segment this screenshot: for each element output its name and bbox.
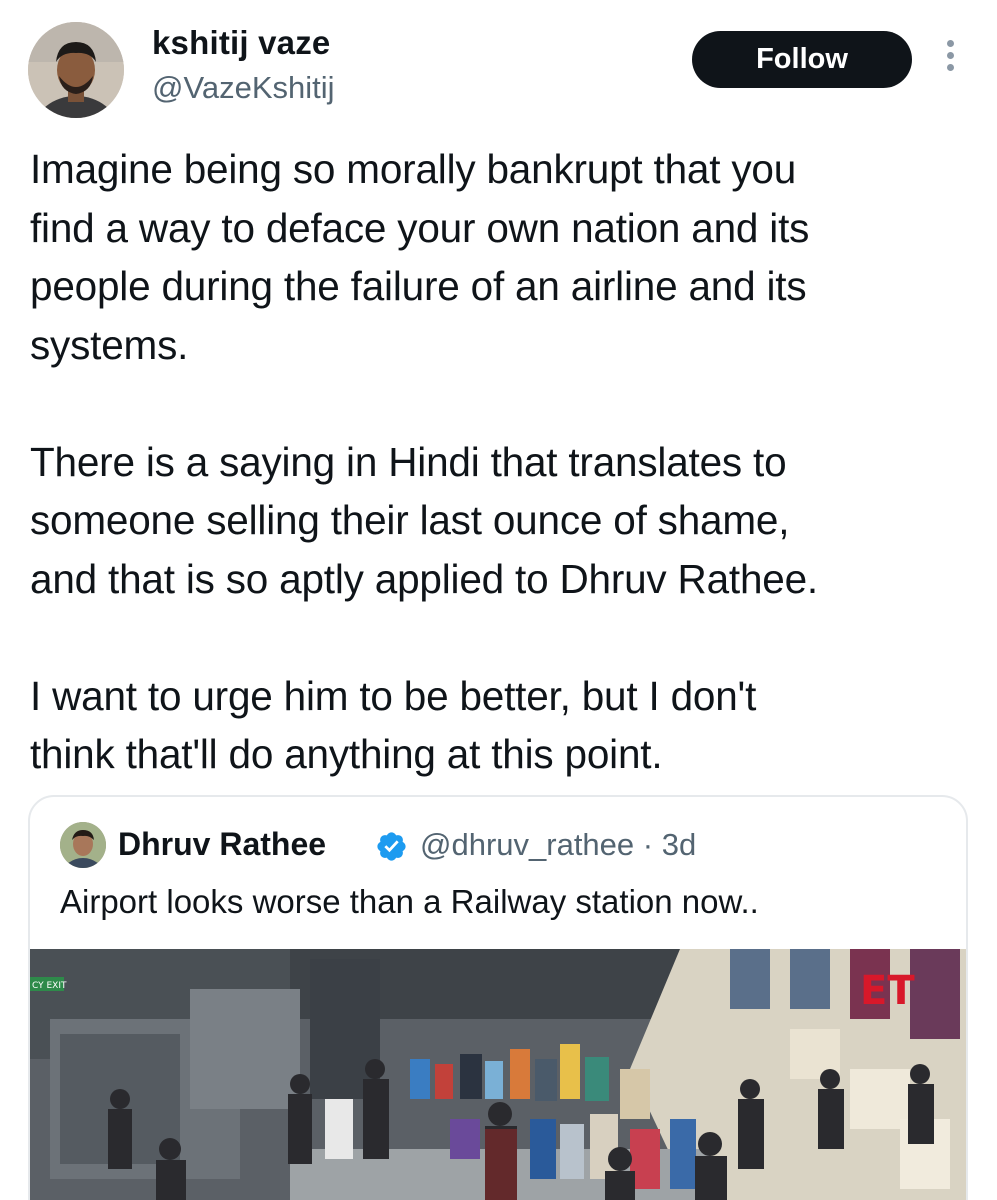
exit-sign-text: CY EXIT (32, 981, 67, 991)
meta-separator: · (642, 827, 654, 862)
tweet-header: kshitij vaze @VazeKshitij Follow (0, 0, 997, 130)
author-avatar-image (28, 22, 124, 118)
author-avatar[interactable] (28, 22, 124, 118)
airport-photo: CY EXIT ET (30, 949, 966, 1200)
quoted-author-handle[interactable]: @dhruv_rathee (420, 827, 634, 862)
more-dot (946, 64, 954, 71)
more-dot (946, 40, 954, 47)
tweet-text-line: someone selling their last ounce of sham… (30, 497, 790, 543)
tweet-text-line: I want to urge him to be better, but I d… (30, 672, 757, 719)
quoted-avatar-image (60, 822, 106, 868)
tweet-text-line: find a way to deface your own nation and… (30, 204, 810, 251)
follow-button[interactable]: Follow (692, 31, 912, 88)
author-handle[interactable]: @VazeKshitij (152, 70, 335, 106)
quoted-author-name[interactable]: Dhruv Rathee (118, 826, 326, 863)
quoted-media-image[interactable]: CY EXIT ET (30, 949, 966, 1200)
tweet-text-line: There is a saying in Hindi that translat… (30, 438, 787, 485)
verified-badge-icon (377, 832, 406, 861)
tweet-text-line: think that'll do anything at this point. (30, 731, 663, 777)
tweet-text-line: and that is so aptly applied to Dhruv Ra… (30, 555, 818, 602)
quoted-timestamp[interactable]: 3d (662, 827, 696, 862)
quoted-text: Airport looks worse than a Railway stati… (60, 883, 759, 920)
quoted-author-meta: @dhruv_rathee · 3d (420, 827, 696, 863)
tweet-text-line: people during the failure of an airline … (30, 263, 807, 309)
more-vertical-icon[interactable] (938, 40, 962, 80)
watermark-logo: ET (860, 968, 915, 1014)
tweet-text-line: systems. (30, 321, 189, 368)
quoted-tweet[interactable]: Dhruv Rathee @dhruv_rathee · 3d Airport … (28, 795, 968, 1200)
quoted-author-avatar[interactable] (60, 822, 106, 868)
tweet-text-line: Imagine being so morally bankrupt that y… (30, 146, 797, 192)
more-dot (946, 52, 954, 59)
tweet-text: Imagine being so morally bankrupt that y… (30, 140, 970, 784)
author-name[interactable]: kshitij vaze (152, 24, 331, 62)
